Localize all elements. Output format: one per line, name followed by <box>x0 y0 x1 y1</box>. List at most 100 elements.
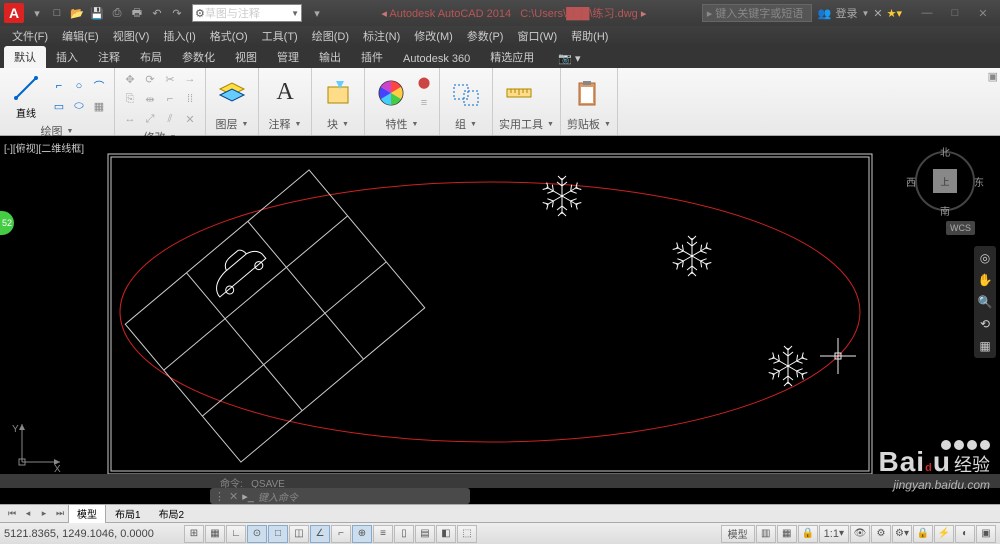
menu-标注[interactable]: 标注(N) <box>357 26 406 46</box>
array-icon[interactable]: ⁞⁞ <box>181 90 199 108</box>
annoscale-icon[interactable]: 🔒 <box>798 525 818 543</box>
coordinates[interactable]: 5121.8365, 1249.1046, 0.0000 <box>4 528 184 540</box>
toolbar-lock-icon[interactable]: 🔒 <box>913 525 933 543</box>
hatch-icon[interactable]: ▦ <box>90 97 108 115</box>
trim-icon[interactable]: ✂ <box>161 70 179 88</box>
help-icon[interactable]: ★▾ <box>887 7 902 20</box>
extend-icon[interactable]: → <box>181 70 199 88</box>
ribbon-tab-10[interactable]: 精选应用 <box>480 46 544 68</box>
infocenter-icon[interactable]: 👥 <box>818 7 832 20</box>
help-search-input[interactable]: ▸键入关键字或短语 <box>702 4 812 22</box>
tpy-toggle[interactable]: ▯ <box>394 525 414 543</box>
menu-绘图[interactable]: 绘图(D) <box>306 26 355 46</box>
zoom-icon[interactable]: 🔍 <box>977 294 993 310</box>
open-icon[interactable]: 📂 <box>68 4 86 22</box>
menu-插入[interactable]: 插入(I) <box>157 26 201 46</box>
panel-label-util[interactable]: 实用工具▼ <box>499 115 554 133</box>
ribbon-tab-2[interactable]: 注释 <box>88 46 130 68</box>
otrack-toggle[interactable]: ∠ <box>310 525 330 543</box>
cmd-close-icon[interactable]: ✕ <box>229 490 238 503</box>
arc-icon[interactable]: ⌒ <box>90 77 108 95</box>
layout-tab-模型[interactable]: 模型 <box>68 504 106 523</box>
quickview-layouts-icon[interactable]: ▥ <box>756 525 776 543</box>
menu-修改[interactable]: 修改(M) <box>408 26 459 46</box>
text-button[interactable]: A <box>265 75 305 111</box>
print-icon[interactable]: 🖶 <box>128 4 146 22</box>
measure-button[interactable] <box>499 75 539 111</box>
scale-icon[interactable]: ⤢ <box>141 110 159 128</box>
cleanscreen-icon[interactable]: ▣ <box>976 525 996 543</box>
annovis-icon[interactable]: 👁 <box>850 525 870 543</box>
redo-icon[interactable]: ↷ <box>168 4 186 22</box>
rotate-icon[interactable]: ⟳ <box>141 70 159 88</box>
signin-dropdown-icon[interactable]: ▼ <box>861 9 869 18</box>
app-icon[interactable]: A <box>4 3 24 23</box>
offset-icon[interactable]: ⫽ <box>161 110 179 128</box>
ribbon-tab-7[interactable]: 输出 <box>309 46 351 68</box>
panel-label-group[interactable]: 组▼ <box>446 115 486 133</box>
sc-toggle[interactable]: ◧ <box>436 525 456 543</box>
layout-tab-布局2[interactable]: 布局2 <box>150 504 194 523</box>
viewcube-s[interactable]: 南 <box>940 203 950 218</box>
paste-button[interactable] <box>567 75 607 111</box>
match-prop-icon[interactable]: ⬤ <box>415 74 433 92</box>
minimize-button[interactable]: — <box>914 4 940 22</box>
menu-视图[interactable]: 视图(V) <box>107 26 156 46</box>
drawing-canvas[interactable] <box>0 136 1000 504</box>
hardware-accel-icon[interactable]: ⚡ <box>934 525 954 543</box>
grid-toggle[interactable]: ▦ <box>205 525 225 543</box>
group-button[interactable] <box>446 75 486 111</box>
snap-toggle[interactable]: ⊞ <box>184 525 204 543</box>
undo-icon[interactable]: ↶ <box>148 4 166 22</box>
panel-label-annot[interactable]: 注释▼ <box>265 115 305 133</box>
menu-帮助[interactable]: 帮助(H) <box>565 26 614 46</box>
panel-label-prop[interactable]: 特性▼ <box>371 115 433 133</box>
osnap-toggle[interactable]: □ <box>268 525 288 543</box>
tab-first-icon[interactable]: ⏮ <box>4 507 20 521</box>
quickview-drawings-icon[interactable]: ▦ <box>777 525 797 543</box>
command-line[interactable]: ⋮ ✕ ▸_ 键入命令 <box>210 488 470 504</box>
ribbon-tab-5[interactable]: 视图 <box>225 46 267 68</box>
new-icon[interactable]: □ <box>48 4 66 22</box>
menu-编辑[interactable]: 编辑(E) <box>56 26 105 46</box>
showmotion-icon[interactable]: ▦ <box>977 338 993 354</box>
menu-文件[interactable]: 文件(F) <box>6 26 54 46</box>
wcs-badge[interactable]: WCS <box>946 221 975 235</box>
pan-icon[interactable]: ✋ <box>977 272 993 288</box>
stretch-icon[interactable]: ↔ <box>121 110 139 128</box>
fillet-icon[interactable]: ⌐ <box>161 90 179 108</box>
nav-wheel-icon[interactable]: ◎ <box>977 250 993 266</box>
ribbon-tab-0[interactable]: 默认 <box>4 46 46 68</box>
panel-label-clip[interactable]: 剪贴板▼ <box>567 115 611 133</box>
annoauto-icon[interactable]: ⚙ <box>871 525 891 543</box>
ribbon-tab-1[interactable]: 插入 <box>46 46 88 68</box>
ducs-toggle[interactable]: ⌐ <box>331 525 351 543</box>
ribbon-expand-icon[interactable]: 📷 ▾ <box>548 49 590 68</box>
menu-窗口[interactable]: 窗口(W) <box>511 26 563 46</box>
circle-icon[interactable]: ○ <box>70 77 88 95</box>
mirror-icon[interactable]: ⇹ <box>141 90 159 108</box>
saveas-icon[interactable]: ⎙ <box>108 4 126 22</box>
ribbon-tab-3[interactable]: 布局 <box>130 46 172 68</box>
tab-prev-icon[interactable]: ◂ <box>20 507 36 521</box>
ellipse-icon[interactable]: ⬭ <box>70 97 88 115</box>
save-icon[interactable]: 💾 <box>88 4 106 22</box>
menu-参数[interactable]: 参数(P) <box>461 26 510 46</box>
linetype-icon[interactable]: ≡ <box>415 94 433 112</box>
rect-icon[interactable]: ▭ <box>50 97 68 115</box>
menu-格式[interactable]: 格式(O) <box>204 26 254 46</box>
orbit-icon[interactable]: ⟲ <box>977 316 993 332</box>
panel-label-layer[interactable]: 图层▼ <box>212 115 252 133</box>
ribbon-tab-9[interactable]: Autodesk 360 <box>393 50 480 68</box>
ortho-toggle[interactable]: ∟ <box>226 525 246 543</box>
properties-button[interactable] <box>371 75 411 111</box>
layer-props-button[interactable] <box>212 75 252 111</box>
copy-icon[interactable]: ⎘ <box>121 90 139 108</box>
lwt-toggle[interactable]: ≡ <box>373 525 393 543</box>
polar-toggle[interactable]: ⊙ <box>247 525 267 543</box>
workspace-dropdown[interactable]: ⚙ 草图与注释 ▼ <box>192 4 302 22</box>
cmd-handle-icon[interactable]: ⋮ <box>214 490 225 503</box>
erase-icon[interactable]: ✕ <box>181 110 199 128</box>
exchange-icon[interactable]: ✕ <box>873 7 882 20</box>
menu-工具[interactable]: 工具(T) <box>256 26 304 46</box>
